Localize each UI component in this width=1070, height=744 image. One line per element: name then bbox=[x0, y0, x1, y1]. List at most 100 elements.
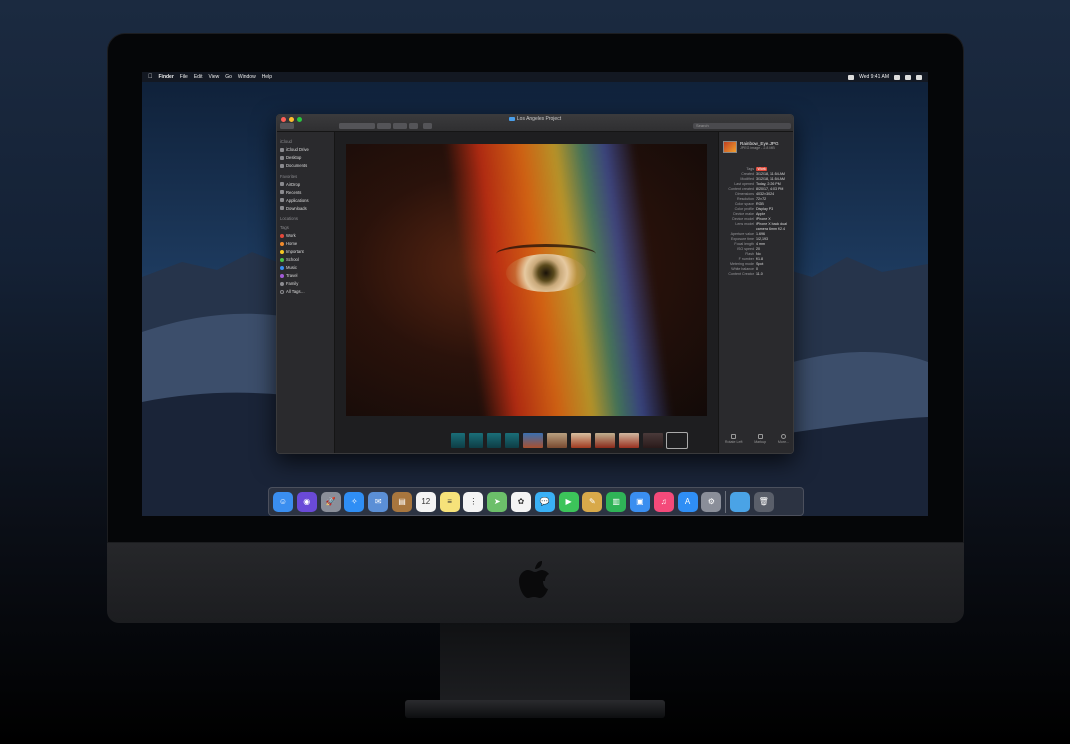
desktop-screen:  Finder File Edit View Go Window Help W… bbox=[142, 72, 928, 516]
clock[interactable]: Wed 9:41 AM bbox=[859, 74, 889, 80]
metadata-value: 20 bbox=[756, 247, 760, 251]
finder-window: Los Angeles Project Search iCloud iCloud… bbox=[276, 114, 794, 454]
thumbnail[interactable] bbox=[643, 432, 663, 448]
menu-bar:  Finder File Edit View Go Window Help W… bbox=[142, 72, 928, 82]
thumbnail[interactable] bbox=[619, 432, 639, 448]
share-button[interactable] bbox=[409, 123, 418, 129]
menu-edit[interactable]: Edit bbox=[194, 74, 203, 80]
group-button[interactable] bbox=[377, 123, 391, 129]
calendar-icon[interactable]: 12 bbox=[415, 491, 436, 512]
menu-window[interactable]: Window bbox=[238, 74, 256, 80]
app-store-icon[interactable]: A bbox=[677, 491, 698, 512]
sidebar-item-downloads[interactable]: Downloads bbox=[280, 204, 331, 212]
finder-icon[interactable]: ☺ bbox=[273, 491, 293, 512]
metadata-value: 4032×3024 bbox=[756, 192, 775, 196]
preview-pane: Rainbow_Eye.JPG JPEG image - 2.8 MB Tags… bbox=[718, 132, 793, 453]
apple-menu-icon[interactable]:  bbox=[148, 74, 153, 80]
notes-icon[interactable]: ≡ bbox=[439, 491, 460, 512]
action-gear-button[interactable] bbox=[393, 123, 407, 129]
window-titlebar: Los Angeles Project Search bbox=[277, 115, 793, 132]
reminders-icon[interactable]: ⋮ bbox=[463, 491, 484, 512]
more-button[interactable]: More... bbox=[778, 434, 789, 444]
numbers-icon[interactable]: ▥ bbox=[606, 491, 627, 512]
menu-finder[interactable]: Finder bbox=[159, 74, 174, 80]
thumbnail[interactable] bbox=[409, 433, 429, 448]
trash-icon[interactable]: 🗑 bbox=[753, 491, 774, 512]
download-icon bbox=[280, 206, 284, 210]
sidebar-item-recents[interactable]: Recents bbox=[280, 188, 331, 196]
contacts-icon[interactable]: ▤ bbox=[391, 491, 412, 512]
sidebar-item-documents[interactable]: Documents bbox=[280, 162, 331, 170]
siri-menu-icon[interactable] bbox=[905, 74, 911, 80]
metadata-value: 4 mm bbox=[756, 242, 765, 246]
search-input[interactable]: Search bbox=[693, 123, 791, 129]
thumbnail[interactable] bbox=[523, 432, 543, 448]
thumbnail[interactable] bbox=[505, 432, 519, 448]
sidebar-item-desktop[interactable]: Desktop bbox=[280, 154, 331, 162]
menu-view[interactable]: View bbox=[208, 74, 219, 80]
folder-icon[interactable] bbox=[729, 491, 750, 512]
thumbnail[interactable] bbox=[487, 432, 501, 448]
menu-file[interactable]: File bbox=[180, 74, 188, 80]
system-preferences-icon[interactable]: ⚙ bbox=[701, 491, 722, 512]
tag-color-dot-icon bbox=[280, 257, 284, 262]
photo-browser-icon[interactable]: ✉ bbox=[368, 491, 389, 512]
maps-icon[interactable]: ➤ bbox=[487, 491, 508, 512]
thumbnail[interactable] bbox=[433, 433, 447, 448]
tag-color-dot-icon bbox=[280, 265, 284, 270]
thumbnail[interactable] bbox=[385, 433, 405, 448]
notification-center-icon[interactable] bbox=[916, 74, 922, 80]
itunes-icon[interactable]: ♫ bbox=[653, 491, 674, 512]
metadata-value: Apple bbox=[756, 212, 766, 216]
back-forward-button[interactable] bbox=[280, 123, 294, 129]
tag-color-dot-icon bbox=[280, 273, 284, 278]
menu-help[interactable]: Help bbox=[262, 74, 272, 80]
menu-go[interactable]: Go bbox=[225, 74, 232, 80]
preview-icon[interactable]: ✎ bbox=[582, 491, 603, 512]
photos-icon[interactable]: ✿ bbox=[510, 491, 531, 512]
sidebar-header-locations: Locations bbox=[280, 216, 298, 221]
siri-icon[interactable]: ◉ bbox=[296, 491, 317, 512]
sidebar-item-airdrop[interactable]: AirDrop bbox=[280, 180, 331, 188]
thumbnail-selected[interactable] bbox=[666, 431, 688, 449]
metadata-value: 0 bbox=[756, 267, 758, 271]
thumbnail[interactable] bbox=[451, 432, 465, 448]
thumbnail[interactable] bbox=[469, 432, 483, 448]
safari-icon[interactable]: ✧ bbox=[344, 491, 365, 512]
keynote-icon[interactable]: ▣ bbox=[629, 491, 650, 512]
sidebar-tag-item[interactable]: Work bbox=[280, 232, 331, 240]
thumbnail[interactable] bbox=[347, 433, 359, 448]
metadata-value: 3/12/18, 11:54 AM bbox=[756, 177, 785, 181]
wifi-icon[interactable] bbox=[848, 74, 855, 80]
thumbnail[interactable] bbox=[547, 432, 567, 448]
thumbnail[interactable] bbox=[595, 432, 615, 448]
sidebar-tag-item[interactable]: Music bbox=[280, 264, 331, 272]
sidebar-item-icloud-drive[interactable]: iCloud Drive bbox=[280, 146, 331, 154]
applications-icon bbox=[280, 198, 284, 202]
view-mode-selector[interactable] bbox=[339, 123, 375, 129]
sidebar-tag-item[interactable]: Important bbox=[280, 248, 331, 256]
tags-button[interactable] bbox=[423, 123, 432, 129]
thumbnail[interactable] bbox=[337, 433, 343, 448]
thumbnail[interactable] bbox=[571, 432, 591, 448]
facetime-icon[interactable]: ▶ bbox=[558, 491, 579, 512]
sidebar-tag-item[interactable]: Travel bbox=[280, 272, 331, 280]
sidebar-tag-item[interactable]: All Tags… bbox=[280, 288, 331, 296]
rotate-left-button[interactable]: Rotate Left bbox=[725, 434, 742, 444]
spotlight-icon[interactable] bbox=[894, 74, 900, 80]
metadata-value: Work bbox=[756, 167, 768, 171]
metadata-value: No bbox=[756, 252, 761, 256]
launchpad-icon[interactable]: 🚀 bbox=[320, 491, 341, 512]
preview-image[interactable] bbox=[346, 144, 707, 416]
markup-button[interactable]: Markup bbox=[754, 434, 766, 444]
file-thumbnail bbox=[723, 141, 737, 153]
sidebar-tag-item[interactable]: Home bbox=[280, 240, 331, 248]
thumbnail[interactable] bbox=[363, 433, 381, 448]
messages-icon[interactable]: 💬 bbox=[534, 491, 555, 512]
sidebar-tag-item[interactable]: Family bbox=[280, 280, 331, 288]
sidebar-item-applications[interactable]: Applications bbox=[280, 196, 331, 204]
thumbnail-strip[interactable] bbox=[335, 425, 718, 453]
sidebar-tag-item[interactable]: School bbox=[280, 256, 331, 264]
folder-icon bbox=[508, 117, 515, 121]
dock: ☺ ◉ 🚀 ✧ ✉ ▤ 12 ≡ ⋮ ➤ ✿ 💬 ▶ ✎ ▥ ▣ ♫ A ⚙ 🗑 bbox=[268, 487, 804, 516]
